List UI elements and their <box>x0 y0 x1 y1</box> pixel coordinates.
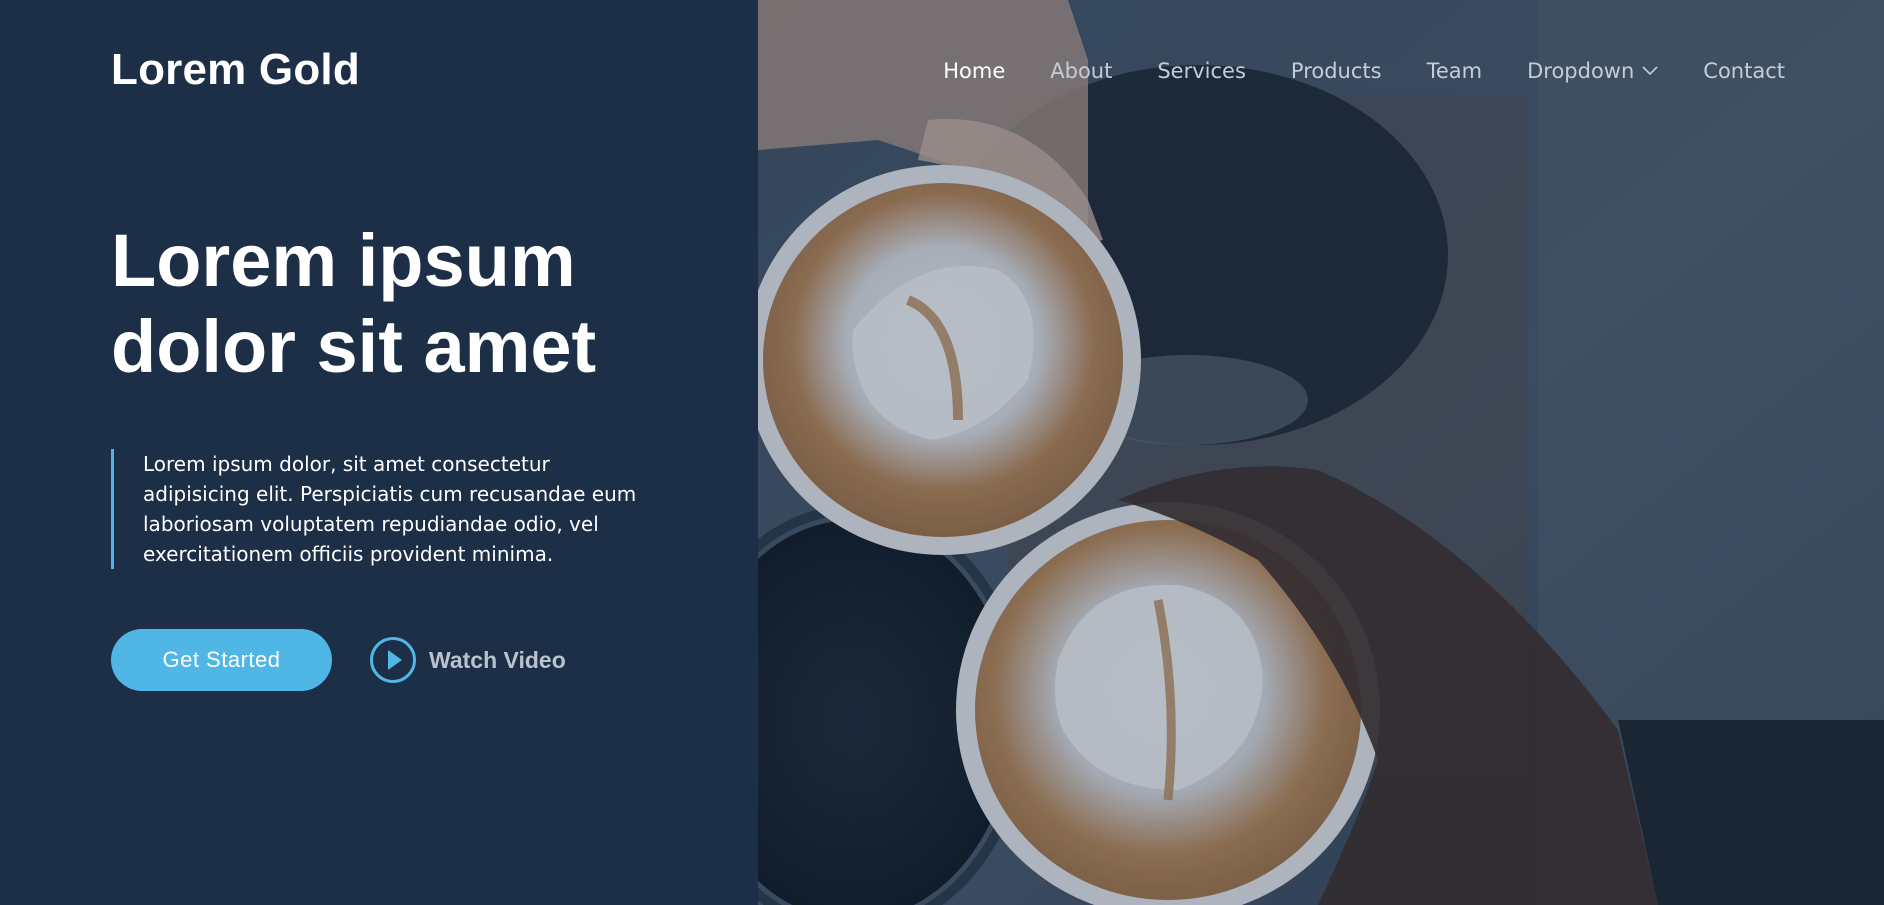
hero-title: Lorem ipsum dolor sit amet <box>111 218 731 390</box>
nav-services[interactable]: Services <box>1157 56 1246 86</box>
watch-video-label: Watch Video <box>429 646 566 673</box>
get-started-button[interactable]: Get Started <box>111 629 332 691</box>
nav-team[interactable]: Team <box>1427 56 1483 86</box>
nav-products[interactable]: Products <box>1291 56 1382 86</box>
nav-about[interactable]: About <box>1050 56 1112 86</box>
hero-description-line-1: Lorem ipsum dolor, sit amet consectetur <box>143 452 550 476</box>
nav-contact[interactable]: Contact <box>1703 56 1785 86</box>
hero-title-line-2: dolor sit amet <box>111 305 597 388</box>
hero-description-line-4: exercitationem officiis provident minima… <box>143 542 554 566</box>
nav-services-label: Services <box>1157 59 1246 83</box>
hero-image <box>758 0 1884 905</box>
hero-description-line-2: adipisicing elit. Perspiciatis cum recus… <box>143 482 637 506</box>
nav-products-label: Products <box>1290 59 1382 83</box>
nav-dropdown[interactable]: Dropdown <box>1527 56 1658 86</box>
nav-about-label: About <box>1050 59 1113 83</box>
hero-description: Lorem ipsum dolor, sit amet consectetur … <box>111 449 673 569</box>
landing-page: Lorem Gold Home About Services Products … <box>0 0 1884 905</box>
nav-team-label: Team <box>1426 59 1483 83</box>
chevron-down-icon <box>1642 66 1658 76</box>
nav-home[interactable]: Home <box>943 56 1005 86</box>
nav-home-label: Home <box>943 59 1006 83</box>
nav-dropdown-label: Dropdown <box>1527 59 1635 83</box>
nav-contact-label: Contact <box>1703 59 1785 83</box>
watch-video-button[interactable]: Watch Video <box>369 636 566 684</box>
play-circle-icon <box>370 637 416 683</box>
hero-title-line-1: Lorem ipsum <box>111 219 576 302</box>
main-nav: Home About Services Products Team Dropdo… <box>943 56 1785 86</box>
site-logo[interactable]: Lorem Gold <box>111 44 360 96</box>
hero-description-line-3: laboriosam voluptatem repudiandae odio, … <box>143 512 599 536</box>
hero-image-overlay <box>758 0 1884 905</box>
